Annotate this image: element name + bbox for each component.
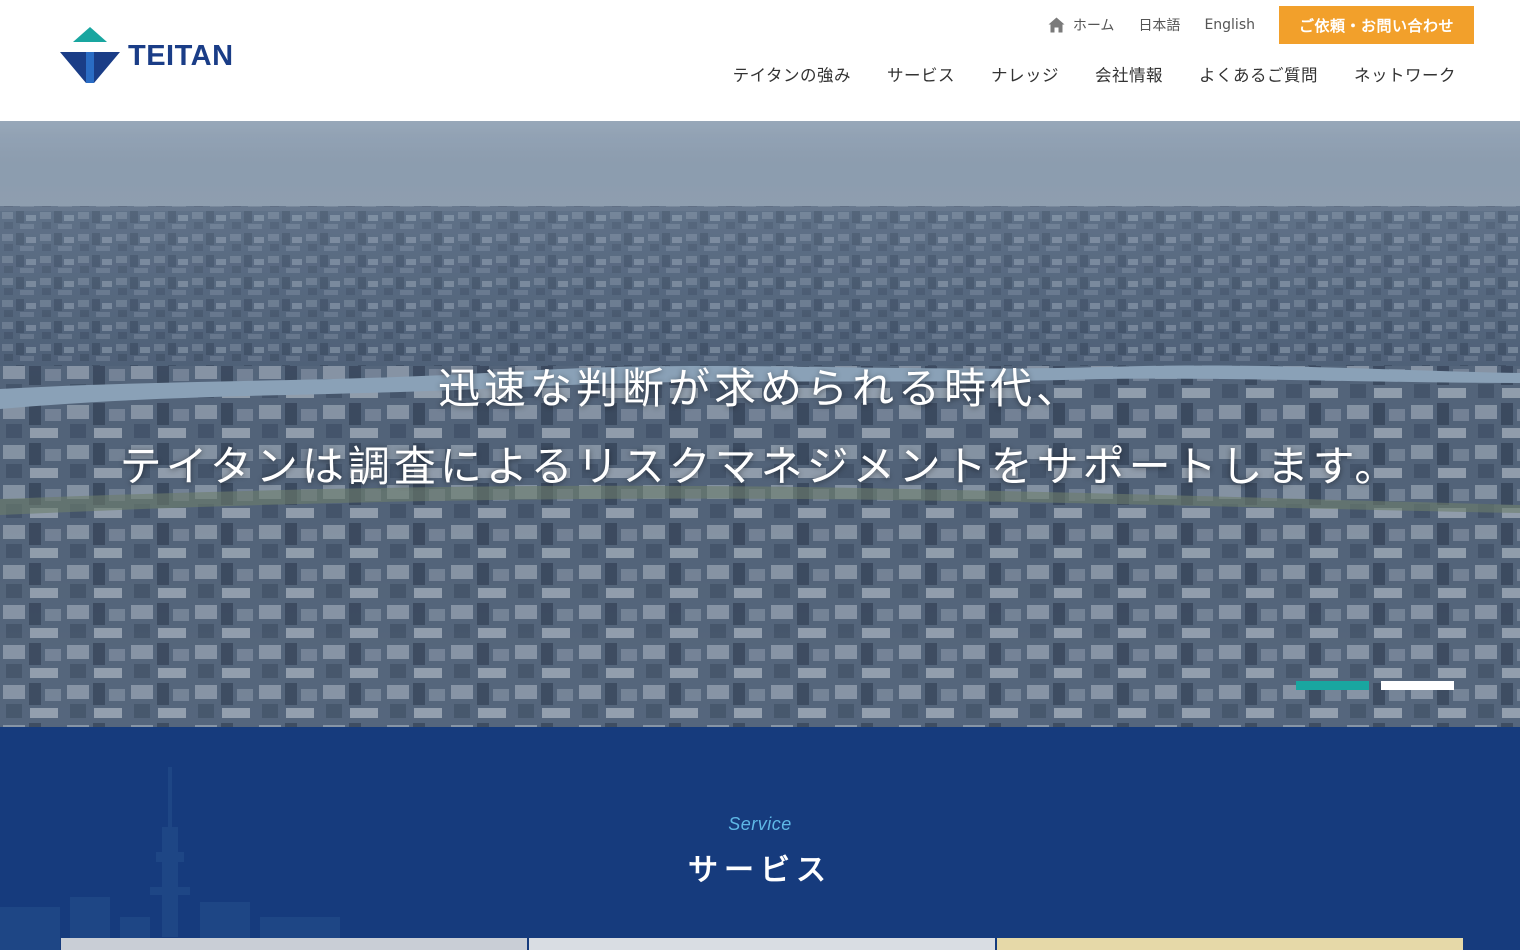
- service-cards: [61, 938, 1465, 950]
- home-icon: [1048, 17, 1065, 33]
- service-card[interactable]: [529, 938, 995, 950]
- contact-button[interactable]: ご依頼・お問い合わせ: [1279, 6, 1474, 44]
- hero-headline-line2: テイタンは調査によるリスクマネジメントをサポートします。: [119, 442, 1401, 491]
- service-eyebrow: Service: [728, 814, 792, 834]
- service-heading: サービス: [688, 853, 832, 888]
- lang-english-link[interactable]: English: [1204, 17, 1255, 33]
- home-link-label: ホーム: [1072, 18, 1115, 34]
- nav-item-strengths[interactable]: テイタンの強み: [733, 62, 851, 86]
- logo-text: TEITAN: [128, 39, 234, 72]
- tower-silhouette-image: [0, 727, 1520, 950]
- nav-item-network[interactable]: ネットワーク: [1354, 62, 1456, 86]
- nav-item-company[interactable]: 会社情報: [1095, 62, 1163, 86]
- site-header: TEITAN ホーム 日本語 English ご依頼・お問い合わせ テイタンの強…: [0, 0, 1520, 121]
- nav-item-knowledge[interactable]: ナレッジ: [991, 62, 1059, 86]
- service-section: Service サービス: [0, 727, 1520, 950]
- lang-japanese-link[interactable]: 日本語: [1138, 15, 1180, 35]
- hero-cityscape-image: [0, 121, 1520, 727]
- service-card[interactable]: [61, 938, 527, 950]
- home-link[interactable]: ホーム: [1048, 15, 1115, 35]
- nav-item-faq[interactable]: よくあるご質問: [1199, 62, 1318, 86]
- slide-indicator-1[interactable]: [1296, 681, 1369, 690]
- nav-item-services[interactable]: サービス: [887, 62, 955, 86]
- service-card[interactable]: [997, 938, 1463, 950]
- slider-indicators: [1296, 681, 1466, 690]
- lang-english-label: English: [1204, 17, 1255, 33]
- utility-nav: ホーム 日本語 English ご依頼・お問い合わせ: [1048, 6, 1474, 44]
- hero-slider: 迅速な判断が求められる時代、 テイタンは調査によるリスクマネジメントをサポートし…: [0, 121, 1520, 727]
- teitan-logo-mark-icon: [60, 27, 120, 83]
- lang-japanese-label: 日本語: [1138, 18, 1181, 34]
- slide-indicator-2[interactable]: [1381, 681, 1454, 690]
- hero-headline-line1: 迅速な判断が求められる時代、: [437, 364, 1082, 413]
- global-nav: テイタンの強み サービス ナレッジ 会社情報 よくあるご質問 ネットワーク: [697, 62, 1456, 86]
- logo[interactable]: TEITAN: [60, 27, 234, 83]
